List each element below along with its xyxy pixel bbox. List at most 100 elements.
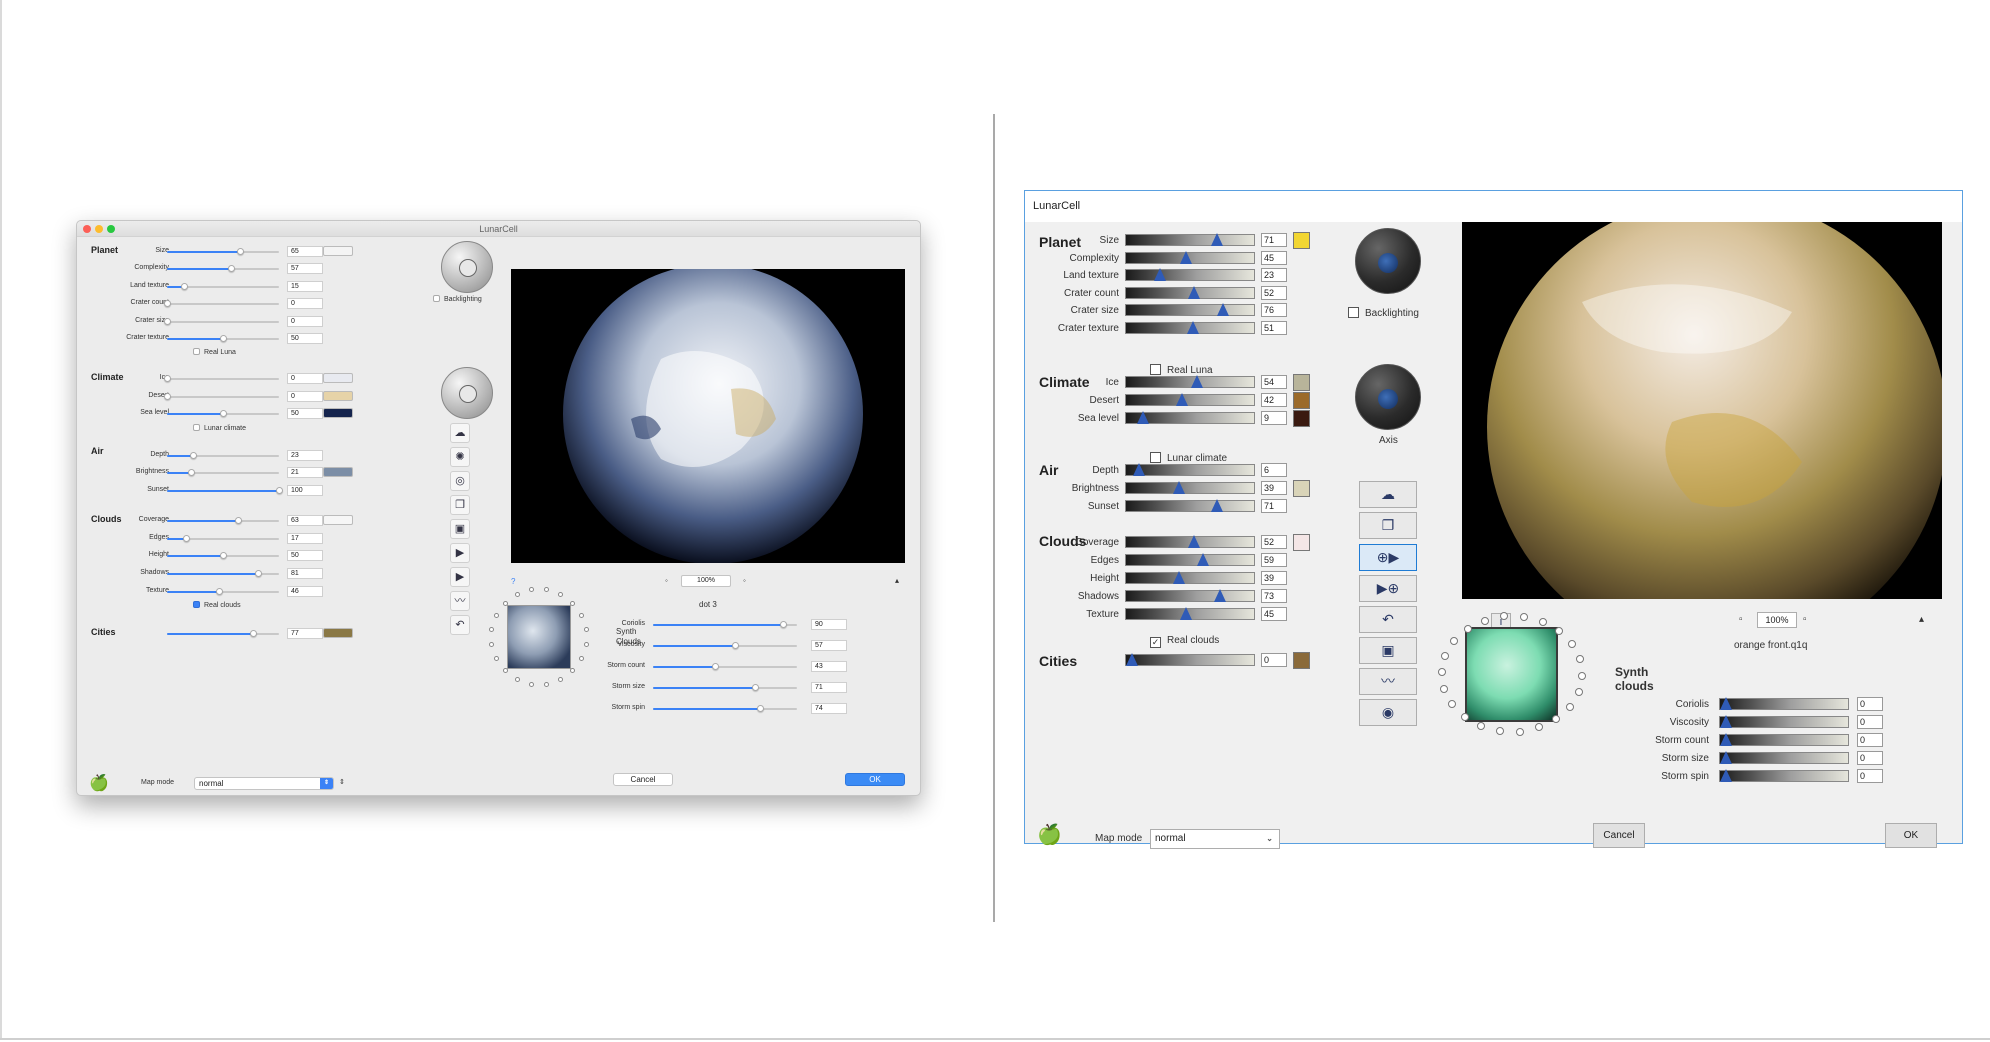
slider-knob[interactable] (1126, 653, 1138, 666)
slider-knob[interactable] (1217, 303, 1230, 316)
slider-knob[interactable] (187, 469, 195, 476)
value-field[interactable]: 9 (1261, 411, 1287, 425)
thumbnail-ring-dot[interactable] (1480, 616, 1489, 625)
thumbnail-ring-dot[interactable] (544, 681, 549, 687)
slider-track[interactable] (1125, 499, 1255, 512)
thumbnail-ring-dot[interactable] (1460, 712, 1469, 721)
document-tool-button[interactable]: ❐ (1359, 512, 1417, 539)
thumbnail-ring-dot[interactable] (544, 587, 549, 593)
slider-track[interactable] (167, 570, 279, 577)
thumbnail-ring-dot[interactable] (579, 656, 585, 662)
help-button[interactable]: ? (511, 577, 515, 586)
cloud-tool-button[interactable]: ☁ (450, 423, 470, 443)
slider-knob[interactable] (1720, 733, 1732, 746)
slider-knob[interactable] (1176, 393, 1189, 406)
value-field[interactable]: 76 (1261, 303, 1287, 317)
slider-knob[interactable] (711, 663, 719, 670)
cube-tool-button[interactable]: ▣ (450, 519, 470, 539)
real-clouds-checkbox[interactable]: ✓ Real clouds (1150, 635, 1219, 648)
slider-knob[interactable] (1136, 411, 1149, 424)
slider-track[interactable] (167, 283, 279, 290)
slider-track[interactable] (167, 452, 279, 459)
value-field[interactable]: 23 (1261, 268, 1287, 282)
cloud-tool-button[interactable]: ☁ (1359, 481, 1417, 508)
thumbnail-ring-dot[interactable] (1567, 640, 1576, 649)
slider-knob[interactable] (220, 552, 227, 559)
light-direction-dial[interactable] (1355, 228, 1421, 294)
color-swatch-clouds[interactable] (323, 515, 353, 525)
thumbnail-ring-dot[interactable] (1565, 702, 1574, 711)
slider-track[interactable] (167, 335, 279, 342)
thumbnail-ring-dot[interactable] (502, 600, 508, 606)
slider-track[interactable] (167, 265, 279, 272)
value-field[interactable]: 0 (287, 391, 323, 402)
synth-slider-track[interactable] (653, 642, 797, 649)
synth-slider-track[interactable] (653, 663, 797, 670)
undo-tool-button[interactable]: ↶ (450, 615, 470, 635)
slider-knob[interactable] (756, 705, 764, 712)
synth-value-field[interactable]: 0 (1857, 733, 1883, 747)
slider-track[interactable] (1125, 303, 1255, 316)
value-field[interactable]: 59 (1261, 553, 1287, 567)
slider-track[interactable] (1125, 463, 1255, 476)
value-field[interactable]: 39 (1261, 571, 1287, 585)
slider-track[interactable] (164, 393, 279, 400)
slider-knob[interactable] (164, 393, 171, 400)
slider-knob[interactable] (752, 684, 760, 691)
slider-track[interactable] (167, 487, 283, 494)
thumbnail-ring-dot[interactable] (493, 612, 499, 618)
lunar-climate-checkbox[interactable]: Lunar climate (1150, 452, 1227, 464)
light-direction-dial[interactable] (441, 241, 493, 293)
value-field[interactable]: 21 (287, 467, 323, 478)
render-tool-button[interactable]: ⊕▶ (1359, 544, 1417, 571)
undo-tool-button[interactable]: ↶ (1359, 606, 1417, 633)
thumbnail-ring-dot[interactable] (570, 600, 576, 606)
planet-preview[interactable] (1462, 222, 1942, 599)
thumbnail-ring-dot[interactable] (1555, 627, 1564, 636)
slider-knob[interactable] (1153, 268, 1166, 281)
slider-knob[interactable] (164, 318, 171, 325)
thumbnail-ring-dot[interactable] (1440, 684, 1449, 693)
slider-knob[interactable] (227, 265, 235, 272)
slider-track[interactable] (167, 552, 279, 559)
thumbnail-ring-dot[interactable] (558, 677, 564, 683)
value-field[interactable]: 57 (287, 263, 323, 274)
value-field[interactable]: 6 (1261, 463, 1287, 477)
value-field[interactable]: 100 (287, 485, 323, 496)
color-swatch-clouds[interactable] (1293, 534, 1310, 551)
render-tool-button[interactable]: ▶ (450, 567, 470, 587)
slider-track[interactable] (164, 318, 279, 325)
slider-knob[interactable] (215, 588, 223, 595)
value-field[interactable]: 39 (1261, 481, 1287, 495)
value-field[interactable]: 46 (287, 586, 323, 597)
slider-track[interactable] (1125, 481, 1255, 494)
synth-slider-track[interactable] (1719, 751, 1849, 764)
cancel-button[interactable]: Cancel (613, 773, 673, 786)
slider-knob[interactable] (732, 642, 740, 649)
thumbnail-ring-dot[interactable] (502, 668, 508, 674)
thumbnail-ring-dot[interactable] (1538, 617, 1547, 626)
synth-slider-track[interactable] (1719, 715, 1849, 728)
thumbnail-ring-dot[interactable] (514, 591, 520, 597)
lunar-climate-checkbox[interactable]: Lunar climate (193, 424, 246, 432)
synth-value-field[interactable]: 0 (1857, 715, 1883, 729)
synth-slider-track[interactable] (1719, 769, 1849, 782)
planet-preview[interactable] (511, 269, 905, 563)
value-field[interactable]: 52 (1261, 535, 1287, 549)
thumbnail-ring-dot[interactable] (1535, 723, 1544, 732)
thumbnail-ring-dot[interactable] (1441, 652, 1450, 661)
slider-knob[interactable] (1188, 535, 1201, 548)
thumbnail-ring-dot[interactable] (528, 587, 534, 593)
slider-knob[interactable] (1720, 715, 1732, 728)
slider-knob[interactable] (1180, 251, 1192, 264)
color-swatch-planet[interactable] (323, 246, 353, 256)
thumbnail-ring-dot[interactable] (1463, 625, 1472, 634)
color-swatch-air[interactable] (323, 467, 353, 477)
slider-knob[interactable] (1211, 233, 1224, 246)
slider-knob[interactable] (164, 300, 171, 307)
value-field[interactable]: 71 (1261, 499, 1287, 513)
synth-value-field[interactable]: 74 (811, 703, 847, 714)
slider-knob[interactable] (1720, 697, 1732, 710)
slider-track[interactable] (1125, 268, 1255, 281)
thumbnail-ring-dot[interactable] (1515, 727, 1524, 736)
